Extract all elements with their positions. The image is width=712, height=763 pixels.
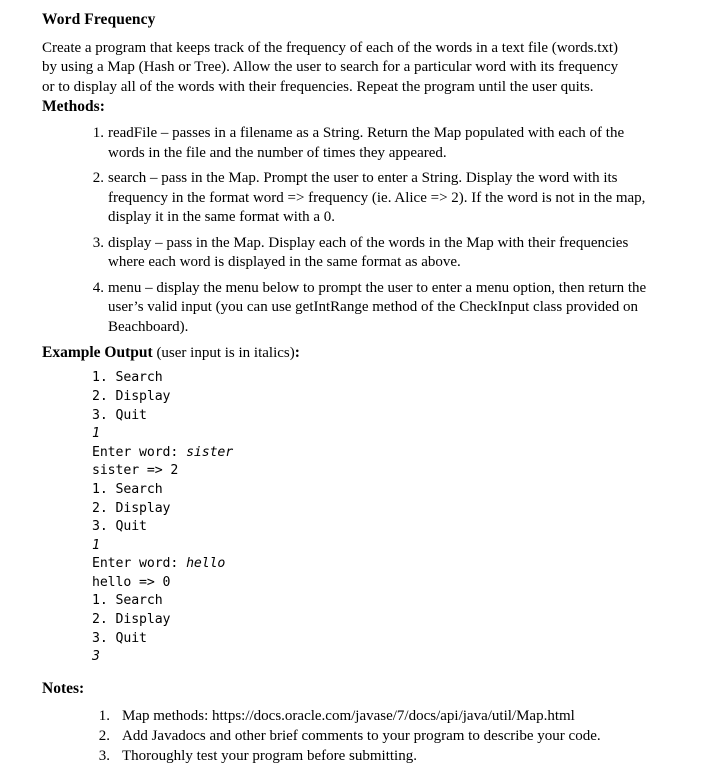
example-output-heading-label: Example Output <box>42 344 153 362</box>
example-output-console: 1. Search 2. Display 3. Quit 1 Enter word: s… <box>92 369 712 667</box>
page-title: Word Frequency <box>42 11 156 28</box>
console-line: 1. Search <box>92 592 712 611</box>
console-output-text: 3. Quit <box>92 630 147 646</box>
console-output-text: 3. Quit <box>92 519 147 535</box>
console-line: 2. Display <box>92 388 712 407</box>
console-output-text: 2. Display <box>92 612 171 628</box>
intro-paragraph: Create a program that keeps track of the… <box>42 39 619 95</box>
console-output-text: Enter word: <box>92 444 187 460</box>
console-line: 1 <box>92 425 712 444</box>
console-line: Enter word: hello <box>92 555 712 574</box>
console-user-input: hello <box>186 556 226 572</box>
notes-heading: Notes: <box>42 679 85 697</box>
console-output-text: hello => 0 <box>92 574 171 590</box>
notes-list-item: Thoroughly test your program before subm… <box>96 747 417 763</box>
console-user-input: 3 <box>92 649 100 665</box>
console-line: Enter word: sister <box>92 444 712 463</box>
console-output-text: 1. Search <box>92 593 163 609</box>
example-output-heading-colon: : <box>294 344 300 362</box>
console-output-text: 1. Search <box>92 370 163 386</box>
notes-list-item: Add Javadocs and other brief comments to… <box>96 727 601 747</box>
console-line: 1 <box>92 537 712 556</box>
methods-list: readFile – passes in a filename as a Str… <box>0 124 648 337</box>
console-output-text: sister => 2 <box>92 463 179 479</box>
console-user-input: 1 <box>92 537 100 553</box>
console-line: 3 <box>92 648 712 667</box>
example-output-heading: Example Output (user input is in italics… <box>42 343 712 363</box>
console-user-input: sister <box>186 444 234 460</box>
console-line: 2. Display <box>92 500 712 519</box>
example-output-heading-note: (user input is in italics) <box>152 345 295 362</box>
console-output-text: 2. Display <box>92 388 171 404</box>
console-output-text: 2. Display <box>92 500 171 516</box>
notes-list: Map methods: https://docs.oracle.com/jav… <box>0 707 656 763</box>
methods-heading: Methods: <box>42 98 105 116</box>
document-page: Word Frequency Create a program that kee… <box>0 0 712 763</box>
console-line: 3. Quit <box>92 407 712 426</box>
console-output-text: 3. Quit <box>92 407 147 423</box>
console-line: 1. Search <box>92 369 712 388</box>
console-output-text: Enter word: <box>92 556 187 572</box>
console-line: 1. Search <box>92 481 712 500</box>
methods-list-item: display – pass in the Map. Display each … <box>88 234 629 271</box>
methods-list-item: menu – display the menu below to prompt … <box>88 279 647 335</box>
console-line: 3. Quit <box>92 518 712 537</box>
methods-list-item: search – pass in the Map. Prompt the use… <box>88 169 646 226</box>
console-user-input: 1 <box>92 426 100 442</box>
console-output-text: 1. Search <box>92 481 163 497</box>
console-line: 3. Quit <box>92 630 712 649</box>
console-line: hello => 0 <box>92 574 712 593</box>
notes-list-item: Map methods: https://docs.oracle.com/jav… <box>96 707 575 727</box>
console-line: sister => 2 <box>92 462 712 481</box>
methods-list-item: readFile – passes in a filename as a Str… <box>88 124 625 161</box>
console-line: 2. Display <box>92 611 712 630</box>
notes-spacer <box>0 667 712 679</box>
